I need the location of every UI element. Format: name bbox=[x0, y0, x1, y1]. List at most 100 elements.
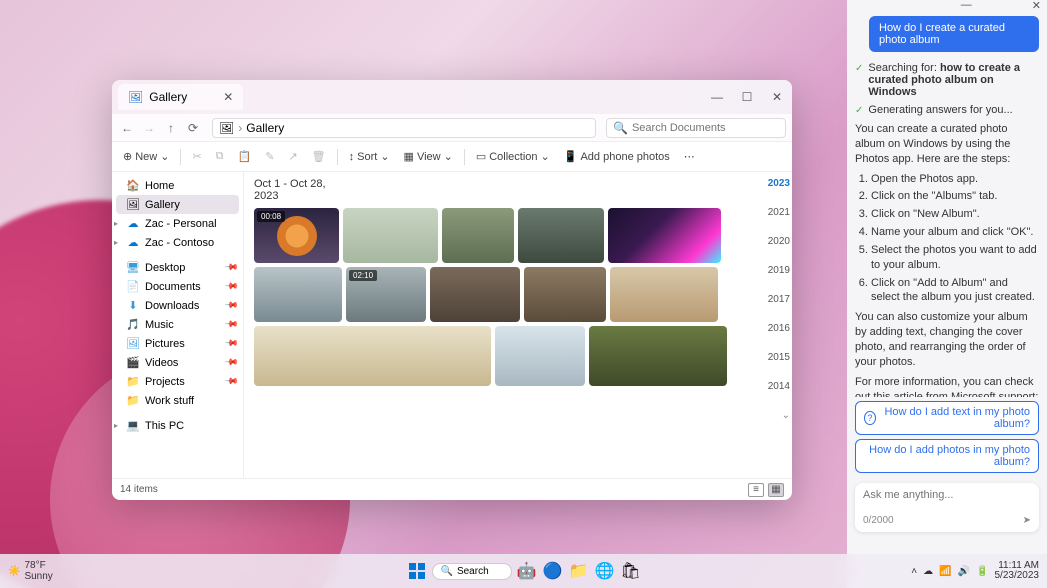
window-maximize-button[interactable]: ☐ bbox=[732, 80, 762, 114]
taskbar-store-icon[interactable]: 🛍 bbox=[620, 560, 642, 582]
collection-button[interactable]: ▭Collection⌄ bbox=[471, 147, 555, 166]
sidebar-item-music[interactable]: 🎵Music📌 bbox=[112, 315, 243, 334]
step-item: Open the Photos app. bbox=[871, 172, 1039, 187]
cut-button[interactable]: ✂ bbox=[187, 147, 206, 166]
sidebar-item-thispc[interactable]: ▸💻This PC bbox=[112, 416, 243, 435]
thumbnail[interactable] bbox=[608, 208, 721, 263]
start-button[interactable] bbox=[406, 560, 428, 582]
tray-volume-icon[interactable]: 🔊 bbox=[958, 566, 970, 577]
sidebar-item-gallery[interactable]: 🖼Gallery bbox=[116, 195, 239, 214]
new-button[interactable]: ⊕New⌄ bbox=[118, 147, 174, 166]
thumbnail[interactable] bbox=[610, 267, 718, 322]
suggestion-chip[interactable]: ? How do I add text in my photo album? bbox=[855, 401, 1039, 435]
weather-widget[interactable]: ☀️ 78°F Sunny bbox=[8, 560, 53, 582]
window-close-button[interactable]: ✕ bbox=[762, 80, 792, 114]
taskbar-edge-icon[interactable]: 🌐 bbox=[594, 560, 616, 582]
chevron-right-icon[interactable]: ▸ bbox=[114, 238, 118, 247]
folder-icon: 📁 bbox=[126, 375, 140, 388]
chevron-right-icon[interactable]: ▸ bbox=[114, 219, 118, 228]
tray-chevron-icon[interactable]: ˄ bbox=[911, 566, 917, 577]
suggestion-chip[interactable]: How do I add photos in my photo album? bbox=[855, 439, 1039, 473]
forward-button[interactable]: → bbox=[140, 119, 158, 137]
thumbnail[interactable]: 00:08 bbox=[254, 208, 339, 263]
timeline-year[interactable]: 2015 bbox=[768, 352, 790, 363]
sidebar-item-home[interactable]: 🏠Home bbox=[112, 176, 243, 195]
thumbnail[interactable] bbox=[518, 208, 604, 263]
thumbnail[interactable] bbox=[343, 208, 438, 263]
thumbnail[interactable] bbox=[430, 267, 520, 322]
timeline-more-icon[interactable]: ⌄ bbox=[782, 410, 790, 421]
tab-gallery[interactable]: 🖼 Gallery ✕ bbox=[118, 84, 243, 110]
pin-icon[interactable]: 📌 bbox=[224, 336, 240, 352]
tab-close-icon[interactable]: ✕ bbox=[223, 90, 233, 104]
ask-input[interactable] bbox=[863, 489, 1031, 501]
add-phone-photos-button[interactable]: 📱Add phone photos bbox=[559, 147, 675, 166]
taskbar-explorer-icon[interactable]: 📁 bbox=[568, 560, 590, 582]
pin-icon[interactable]: 📌 bbox=[224, 279, 240, 295]
timeline-year[interactable]: 2016 bbox=[768, 323, 790, 334]
taskbar-widgets-icon[interactable]: 🔵 bbox=[542, 560, 564, 582]
more-button[interactable]: ⋯ bbox=[679, 147, 700, 166]
taskbar-copilot-icon[interactable]: 🤖 bbox=[516, 560, 538, 582]
tray-wifi-icon[interactable]: 📶 bbox=[939, 566, 951, 577]
thumbnail[interactable] bbox=[254, 267, 342, 322]
timeline-year[interactable]: 2014 bbox=[768, 381, 790, 392]
pin-icon[interactable]: 📌 bbox=[224, 298, 240, 314]
pin-icon[interactable]: 📌 bbox=[224, 374, 240, 390]
back-button[interactable]: ← bbox=[118, 119, 136, 137]
copy-button[interactable]: ⧉ bbox=[211, 147, 229, 166]
thumbnail[interactable] bbox=[524, 267, 606, 322]
sidebar-item-downloads[interactable]: ⬇Downloads📌 bbox=[112, 296, 243, 315]
timeline-year[interactable]: 2017 bbox=[768, 294, 790, 305]
delete-button[interactable]: 🗑 bbox=[307, 147, 331, 166]
chevron-right-icon[interactable]: ▸ bbox=[114, 421, 118, 430]
sidebar-item-videos[interactable]: 🎬Videos📌 bbox=[112, 353, 243, 372]
downloads-icon: ⬇ bbox=[126, 299, 140, 312]
view-button[interactable]: ▦View⌄ bbox=[399, 147, 458, 166]
pin-icon[interactable]: 📌 bbox=[224, 317, 240, 333]
thumbnail[interactable] bbox=[442, 208, 514, 263]
timeline-year[interactable]: 2020 bbox=[768, 236, 790, 247]
titlebar[interactable]: 🖼 Gallery ✕ — ☐ ✕ bbox=[112, 80, 792, 114]
timeline-year[interactable]: 2021 bbox=[768, 207, 790, 218]
sort-button[interactable]: ↕Sort⌄ bbox=[344, 147, 395, 166]
ask-input-box[interactable]: 0/2000 ➤ bbox=[855, 483, 1039, 532]
timeline-year[interactable]: 2019 bbox=[768, 265, 790, 276]
sidebar-item-zac-personal[interactable]: ▸☁Zac - Personal bbox=[112, 214, 243, 233]
sidebar-item-zac-contoso[interactable]: ▸☁Zac - Contoso bbox=[112, 233, 243, 252]
sidebar-item-desktop[interactable]: 🖥Desktop📌 bbox=[112, 258, 243, 277]
up-button[interactable]: ↑ bbox=[162, 119, 180, 137]
sidebar-item-documents[interactable]: 📄Documents📌 bbox=[112, 277, 243, 296]
sidebar-item-projects[interactable]: 📁Projects📌 bbox=[112, 372, 243, 391]
paste-button[interactable]: 📋 bbox=[233, 147, 257, 166]
sidebar-item-work[interactable]: 📁Work stuff bbox=[112, 391, 243, 410]
music-icon: 🎵 bbox=[126, 318, 140, 331]
share-button[interactable]: ↗ bbox=[283, 147, 302, 166]
thumbnail[interactable] bbox=[495, 326, 585, 386]
pin-icon[interactable]: 📌 bbox=[224, 355, 240, 371]
tray-onedrive-icon[interactable]: ☁ bbox=[923, 566, 933, 577]
search-box[interactable]: 🔍 bbox=[606, 118, 786, 138]
step-item: Click on the "Albums" tab. bbox=[871, 189, 1039, 204]
tab-label: Gallery bbox=[149, 90, 187, 104]
window-minimize-button[interactable]: — bbox=[702, 80, 732, 114]
user-message: How do I create a curated photo album bbox=[869, 16, 1039, 52]
pin-icon[interactable]: 📌 bbox=[224, 260, 240, 276]
rename-button[interactable]: ✎ bbox=[260, 147, 279, 166]
answer-body: You can create a curated photo album on … bbox=[855, 122, 1039, 397]
thumbnail[interactable] bbox=[254, 326, 491, 386]
details-view-button[interactable]: ≡ bbox=[748, 483, 764, 497]
thumbnail[interactable] bbox=[589, 326, 727, 386]
tray-battery-icon[interactable]: 🔋 bbox=[976, 566, 988, 577]
taskbar-search[interactable]: 🔍Search bbox=[432, 563, 512, 580]
thumbnail[interactable]: 02:10 bbox=[346, 267, 426, 322]
tray-clock[interactable]: 11:11 AM 5/23/2023 bbox=[995, 561, 1040, 581]
step-item: Click on "Add to Album" and select the a… bbox=[871, 276, 1039, 306]
timeline-year[interactable]: 2023 bbox=[768, 178, 790, 189]
breadcrumb[interactable]: 🖼 › Gallery bbox=[212, 118, 596, 138]
send-icon[interactable]: ➤ bbox=[1023, 515, 1031, 526]
thumbnails-view-button[interactable]: ▦ bbox=[768, 483, 784, 497]
sidebar-item-pictures[interactable]: 🖼Pictures📌 bbox=[112, 334, 243, 353]
search-input[interactable] bbox=[632, 122, 779, 134]
refresh-button[interactable]: ⟳ bbox=[184, 119, 202, 137]
